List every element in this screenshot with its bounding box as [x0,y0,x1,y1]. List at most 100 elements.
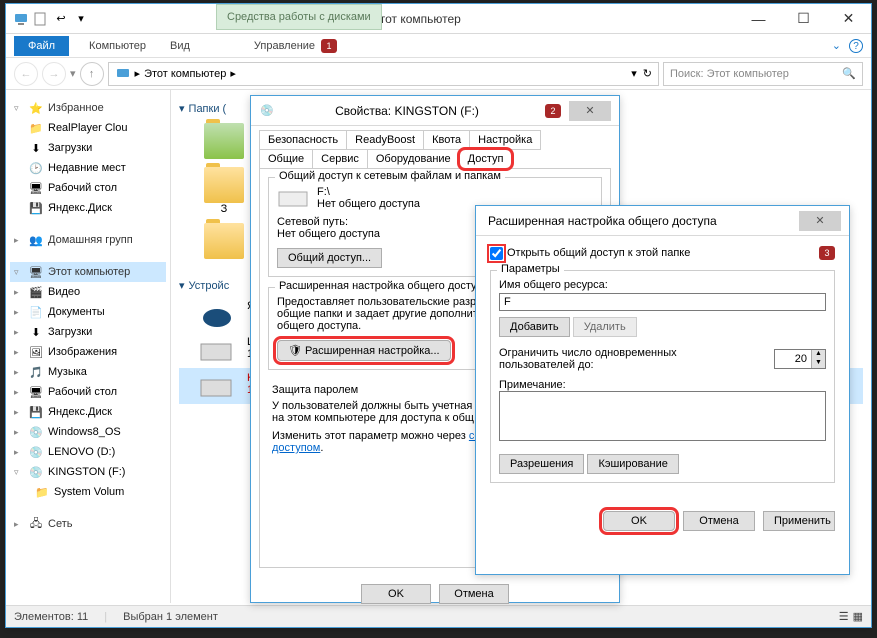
desktop-icon: 🖥 [28,384,44,400]
share-folder-checkbox[interactable] [490,247,503,260]
dialog-titlebar: 💿 Свойства: KINGSTON (F:) 2 ✕ [251,96,619,126]
nav-up[interactable]: ↑ [80,62,104,86]
add-button[interactable]: Добавить [499,317,570,337]
tree-item[interactable]: ▸🖥Рабочий стол [10,382,166,402]
nav-recent-icon[interactable]: ▾ [70,67,76,80]
tree-favorites[interactable]: ▿⭐Избранное [10,98,166,118]
share-button[interactable]: Общий доступ... [277,248,382,268]
advanced-settings-button[interactable]: 🛡 Расширенная настройка... [277,340,451,361]
titlebar: ↩ ▾ Средства работы с дисками Этот компь… [6,4,871,34]
tab-general[interactable]: Общие [259,149,313,169]
caching-button[interactable]: Кэширование [587,454,678,474]
dialog-titlebar: Расширенная настройка общего доступа ✕ [476,206,849,236]
tree-item[interactable]: ▿💿KINGSTON (F:) [10,462,166,482]
chevron-down-icon: ▾ [179,279,185,292]
cloud-icon [199,300,235,328]
nav-back[interactable]: ← [14,62,38,86]
tree-item[interactable]: ▸⬇Загрузки [10,322,166,342]
window-controls: — ☐ ✕ [736,6,871,31]
view-icons-icon[interactable]: ▦ [853,610,863,623]
search-input[interactable]: Поиск: Этот компьютер 🔍 [663,62,863,86]
folder-item[interactable] [199,223,249,259]
close-button[interactable]: ✕ [826,6,871,31]
advanced-sharing-dialog: Расширенная настройка общего доступа ✕ О… [475,205,850,575]
docs-icon: 📄 [28,304,44,320]
ok-button[interactable]: OK [361,584,431,604]
tree-item[interactable]: ▸🖼Изображения [10,342,166,362]
help-icon[interactable]: ? [849,39,863,53]
props-icon[interactable] [32,10,50,28]
tab-tools[interactable]: Сервис [312,149,368,169]
tree-item[interactable]: ▸🎵Музыка [10,362,166,382]
view-details-icon[interactable]: ☰ [839,610,849,623]
window-title: Этот компьютер [96,12,736,26]
tree-network[interactable]: ▸🖧Сеть [10,514,166,534]
tree-item[interactable]: ⬇Загрузки [10,138,166,158]
star-icon: ⭐ [28,100,44,116]
minimize-button[interactable]: — [736,6,781,31]
nav-forward[interactable]: → [42,62,66,86]
tree-item[interactable]: 🖥Рабочий стол [10,178,166,198]
breadcrumb[interactable]: ▸ Этот компьютер ▸ ▾ ↻ [108,62,659,86]
tree-item[interactable]: ▸📄Документы [10,302,166,322]
close-button[interactable]: ✕ [799,211,841,231]
breadcrumb-arrow[interactable]: ▸ [230,67,236,80]
tree-item[interactable]: 💾Яндекс.Диск [10,198,166,218]
share-name-input[interactable] [499,293,826,311]
folder-icon: 📁 [28,120,44,136]
tab-customize[interactable]: Настройка [469,130,541,150]
tab-readyboost[interactable]: ReadyBoost [346,130,424,150]
ribbon-tab-computer[interactable]: Компьютер [77,36,158,56]
spin-up[interactable]: ▲ [811,350,825,359]
download-icon: ⬇ [28,140,44,156]
badge-2: 2 [545,104,561,118]
tab-hardware[interactable]: Оборудование [367,149,460,169]
remove-button[interactable]: Удалить [573,317,637,337]
shield-icon: 🛡 [288,345,302,357]
tree-item[interactable]: ▸🎬Видео [10,282,166,302]
cancel-button[interactable]: Отмена [683,511,755,531]
ok-button[interactable]: OK [603,511,675,531]
ribbon-tab-view[interactable]: Вид [158,36,202,56]
refresh-icon[interactable]: ↻ [643,67,652,80]
chevron-down-icon[interactable]: ⌄ [832,39,841,52]
breadcrumb-arrow[interactable]: ▸ [135,67,141,80]
tree-item[interactable]: 📁RealPlayer Clou [10,118,166,138]
dialog-title: Расширенная настройка общего доступа [484,214,799,228]
drive-icon [199,336,235,364]
pc-icon [12,10,30,28]
apply-button[interactable]: Применить [763,511,835,531]
tree-homegroup[interactable]: ▸👥Домашняя групп [10,230,166,250]
tree-item[interactable]: 📁System Volum [10,482,166,502]
disk-tools-context-tab[interactable]: Средства работы с дисками [216,4,382,30]
maximize-button[interactable]: ☐ [781,6,826,31]
breadcrumb-dropdown-icon[interactable]: ▾ [631,67,637,80]
folder-item[interactable] [199,123,249,159]
note-textarea[interactable] [499,391,826,441]
user-limit-spinner[interactable]: ▲▼ [774,349,826,369]
breadcrumb-item[interactable]: Этот компьютер [144,68,226,80]
tree-item[interactable]: 🕑Недавние мест [10,158,166,178]
folder-item[interactable]: З [199,167,249,215]
tree-item[interactable]: ▸💿LENOVO (D:) [10,442,166,462]
item-count: Элементов: 11 [14,611,88,623]
file-tab[interactable]: Файл [14,36,69,56]
cancel-button[interactable]: Отмена [439,584,509,604]
video-icon: 🎬 [28,284,44,300]
tabs: Безопасность ReadyBoost Квота Настройка … [251,126,619,168]
dropdown-icon[interactable]: ▾ [72,10,90,28]
tree-this-pc[interactable]: ▿🖥Этот компьютер [10,262,166,282]
search-icon: 🔍 [842,67,856,80]
close-button[interactable]: ✕ [569,101,611,121]
ribbon-tab-manage[interactable]: Управление1 [242,35,349,57]
spin-down[interactable]: ▼ [811,359,825,368]
undo-icon[interactable]: ↩ [52,10,70,28]
user-limit-input[interactable] [775,350,811,368]
tab-security[interactable]: Безопасность [259,130,347,150]
quick-access-toolbar: ↩ ▾ [6,10,96,28]
tab-quota[interactable]: Квота [423,130,470,150]
permissions-button[interactable]: Разрешения [499,454,584,474]
tab-sharing[interactable]: Доступ [459,149,513,169]
tree-item[interactable]: ▸💾Яндекс.Диск [10,402,166,422]
tree-item[interactable]: ▸💿Windows8_OS [10,422,166,442]
